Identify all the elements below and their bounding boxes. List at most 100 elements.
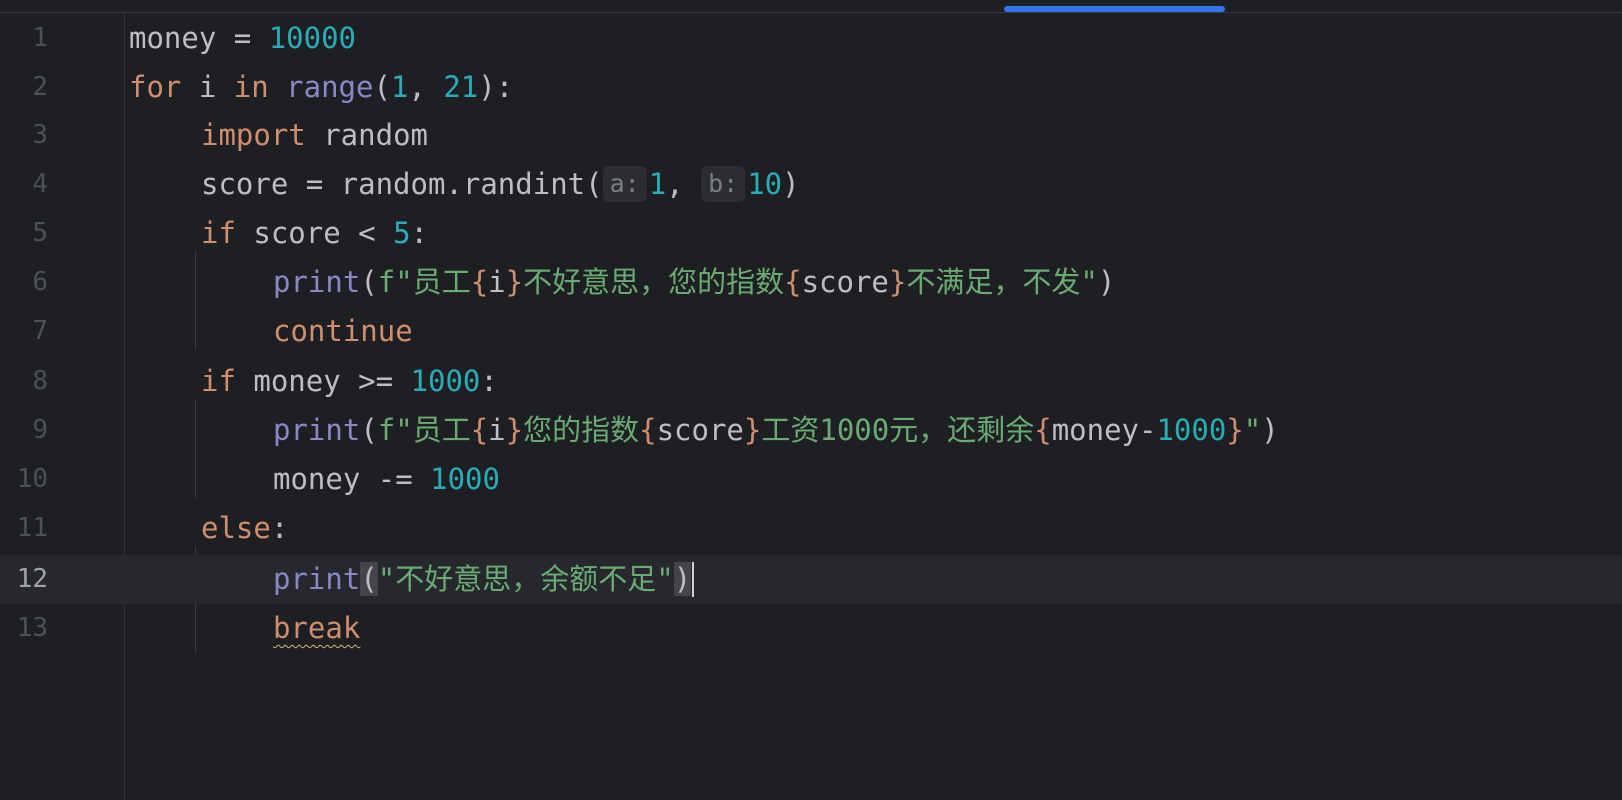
string-token: f"员工: [377, 413, 471, 447]
punct-token: :: [270, 511, 289, 545]
fstring-brace-token: }: [505, 265, 524, 299]
identifier-token: i: [181, 70, 234, 104]
keyword-token: in: [233, 70, 269, 104]
number-token: 1: [648, 167, 667, 201]
keyword-token: if: [201, 216, 236, 250]
code-line[interactable]: 1 money = 10000: [0, 14, 1622, 63]
fstring-brace-token: }: [505, 413, 524, 447]
identifier-token: score: [656, 413, 744, 447]
identifier-token: random: [305, 118, 428, 152]
code-editor[interactable]: 1 money = 10000 2 for i in range(1, 21):…: [0, 0, 1622, 800]
line-code[interactable]: print(f"员工{i}不好意思，您的指数{score}不满足，不发"): [273, 258, 1115, 307]
identifier-token: money >=: [235, 364, 411, 398]
line-code[interactable]: break: [273, 604, 360, 653]
code-line[interactable]: 7 continue: [0, 307, 1622, 356]
code-line[interactable]: 3 import random: [0, 111, 1622, 160]
punct-token: ): [1261, 413, 1279, 447]
identifier-token: money -=: [273, 462, 431, 496]
punct-token: ): [1097, 265, 1116, 299]
identifier-token: money-: [1051, 413, 1157, 447]
punct-token: (: [360, 265, 378, 299]
number-token: 1: [390, 70, 409, 104]
identifier-token: score <: [235, 216, 394, 250]
line-number[interactable]: 5: [0, 209, 48, 258]
line-number[interactable]: 4: [0, 160, 48, 209]
keyword-token: if: [201, 364, 236, 398]
number-token: 5: [393, 216, 411, 250]
code-line[interactable]: 13 break: [0, 604, 1622, 653]
text-caret: [692, 562, 694, 597]
matched-paren-close: ): [673, 562, 692, 596]
number-token: 21: [443, 70, 479, 104]
line-number[interactable]: 7: [0, 307, 48, 356]
punct-token: (: [360, 413, 378, 447]
code-line[interactable]: 10 money -= 1000: [0, 455, 1622, 504]
matched-paren-open: (: [360, 562, 378, 596]
keyword-token-warning: break: [273, 611, 361, 645]
number-token: 10: [747, 167, 783, 201]
builtin-token: range: [286, 70, 374, 104]
line-code[interactable]: money -= 1000: [273, 455, 500, 504]
builtin-token: print: [273, 265, 361, 299]
line-number[interactable]: 3: [0, 111, 48, 160]
string-token: 您的指数: [523, 413, 640, 447]
code-line[interactable]: 11 else:: [0, 504, 1622, 553]
line-number[interactable]: 6: [0, 258, 48, 307]
number-token: 10000: [268, 21, 357, 55]
punct-token: ,: [408, 70, 444, 104]
number-token: 1000: [1156, 413, 1227, 447]
punct-token: ):: [478, 70, 514, 104]
identifier-token: score = random.randint(: [201, 167, 603, 201]
number-token: 1000: [410, 364, 481, 398]
parameter-hint-b: b:: [701, 166, 746, 202]
identifier-token: score: [801, 265, 889, 299]
string-token: "不好意思，余额不足": [377, 562, 674, 596]
identifier-token: i: [488, 265, 506, 299]
line-number[interactable]: 11: [0, 504, 48, 553]
line-code[interactable]: print("不好意思，余额不足"): [273, 555, 692, 604]
punct-token: ,: [666, 167, 702, 201]
keyword-token: continue: [273, 314, 413, 348]
string-token: 不好意思，您的指数: [523, 265, 785, 299]
line-code[interactable]: score = random.randint(a: 1, b: 10): [201, 160, 800, 209]
line-number[interactable]: 10: [0, 455, 48, 504]
code-line[interactable]: 2 for i in range(1, 21):: [0, 63, 1622, 112]
parameter-hint-a: a:: [602, 166, 647, 202]
builtin-token: print: [273, 413, 361, 447]
keyword-token: for: [129, 70, 182, 104]
line-number[interactable]: 12: [0, 555, 48, 604]
identifier-token: i: [488, 413, 506, 447]
horizontal-scroll-thumb[interactable]: [1004, 6, 1225, 12]
line-code[interactable]: for i in range(1, 21):: [129, 63, 513, 112]
code-line-current[interactable]: 12 print("不好意思，余额不足"): [0, 555, 1622, 604]
fstring-brace-token: {: [470, 413, 489, 447]
keyword-token: else: [201, 511, 271, 545]
line-code[interactable]: if money >= 1000:: [201, 357, 498, 406]
editor-top-border: [0, 12, 1622, 13]
code-line[interactable]: 5 if score < 5:: [0, 209, 1622, 258]
fstring-brace-token: }: [1226, 413, 1244, 447]
line-number[interactable]: 8: [0, 357, 48, 406]
line-number[interactable]: 2: [0, 63, 48, 112]
line-code[interactable]: if score < 5:: [201, 209, 428, 258]
operator-token: =: [216, 21, 269, 55]
line-number[interactable]: 13: [0, 604, 48, 653]
line-code[interactable]: print(f"员工{i}您的指数{score}工资1000元，还剩余{mone…: [273, 406, 1279, 455]
code-line[interactable]: 9 print(f"员工{i}您的指数{score}工资1000元，还剩余{mo…: [0, 406, 1622, 455]
fstring-brace-token: {: [639, 413, 657, 447]
line-number[interactable]: 9: [0, 406, 48, 455]
code-line[interactable]: 4 score = random.randint(a: 1, b: 10): [0, 160, 1622, 209]
line-code[interactable]: continue: [273, 307, 413, 356]
string-token: f"员工: [377, 265, 471, 299]
line-code[interactable]: money = 10000: [129, 14, 356, 63]
line-code[interactable]: import random: [201, 111, 428, 160]
punct-token: ): [782, 167, 800, 201]
line-number[interactable]: 1: [0, 14, 48, 63]
fstring-brace-token: }: [888, 265, 907, 299]
line-code[interactable]: else:: [201, 504, 288, 553]
number-token: 1000: [430, 462, 500, 496]
code-line[interactable]: 6 print(f"员工{i}不好意思，您的指数{score}不满足，不发"): [0, 258, 1622, 307]
string-token: ": [1243, 413, 1262, 447]
code-line[interactable]: 8 if money >= 1000:: [0, 357, 1622, 406]
